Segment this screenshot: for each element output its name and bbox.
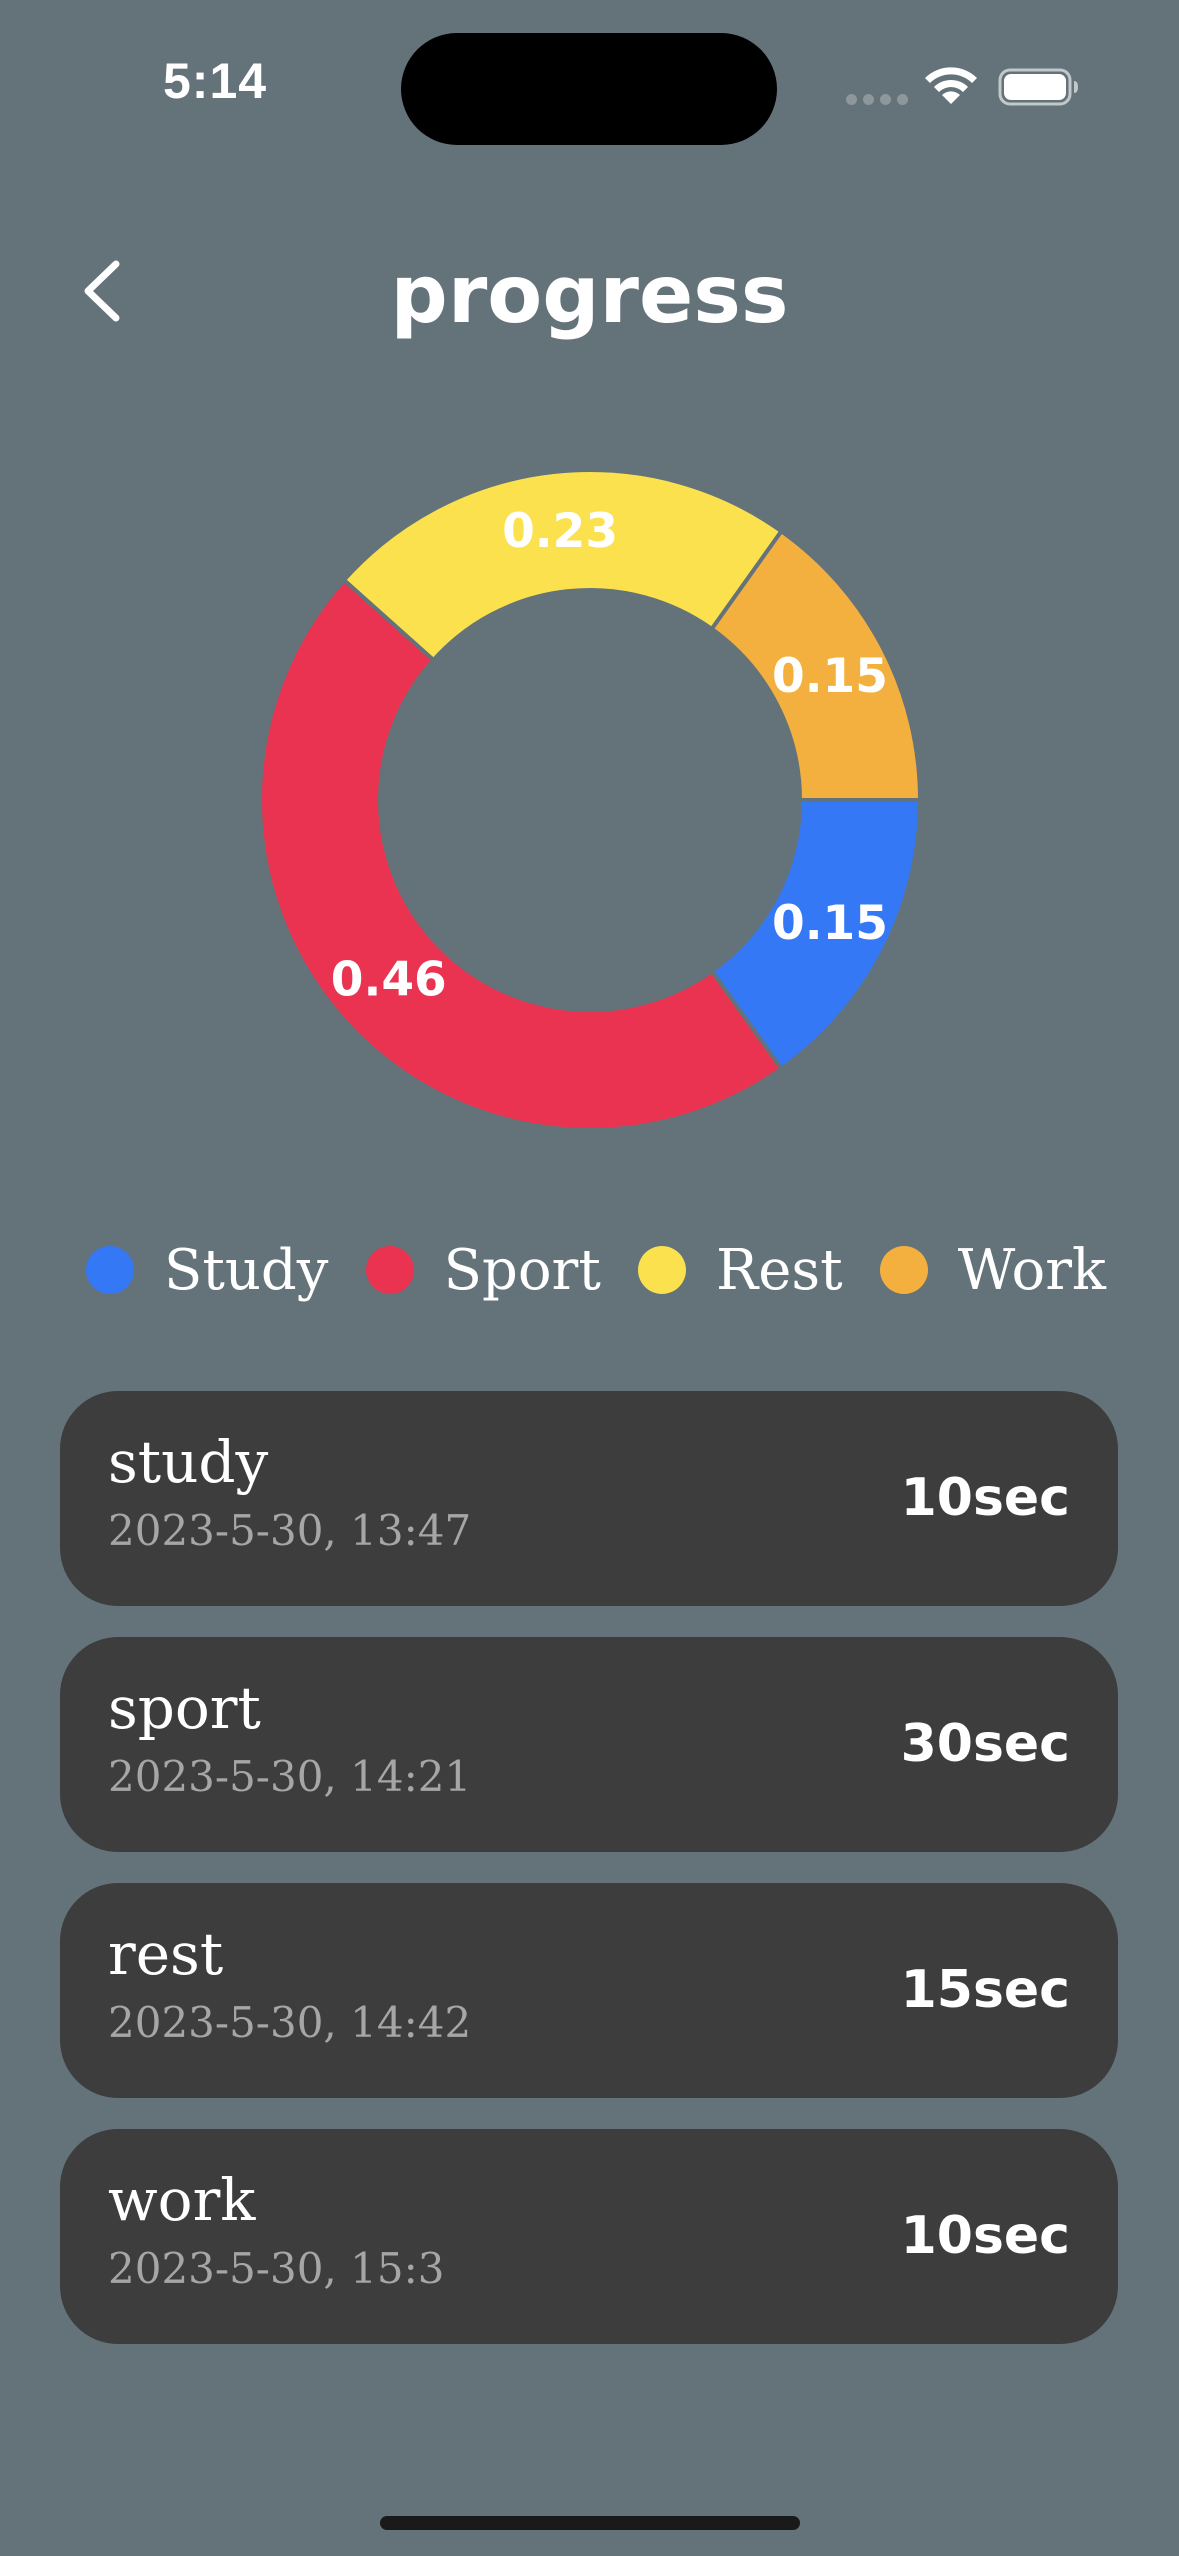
slice-value-label-sport: 0.46: [331, 953, 447, 1008]
record-duration: 10sec: [900, 2206, 1070, 2266]
donut-slice-sport: [257, 577, 785, 1132]
record-duration: 10sec: [900, 1468, 1070, 1528]
record-duration: 30sec: [900, 1714, 1070, 1774]
record-timestamp: 2023-5-30, 15:3: [108, 2244, 445, 2293]
slice-value-label-work: 0.15: [772, 649, 888, 704]
record-card-rest[interactable]: rest 2023-5-30, 14:42 15sec: [60, 1883, 1118, 2098]
legend-item-work: Work: [879, 1237, 1106, 1303]
legend-dot-icon: [638, 1246, 687, 1294]
status-time: 5:14: [163, 53, 268, 109]
page-title: progress: [390, 248, 789, 341]
record-activity-name: work: [108, 2166, 256, 2234]
legend-label: Work: [957, 1237, 1106, 1303]
record-timestamp: 2023-5-30, 13:47: [108, 1506, 472, 1555]
legend-item-rest: Rest: [638, 1238, 843, 1303]
record-card-work[interactable]: work 2023-5-30, 15:3 10sec: [60, 2129, 1118, 2344]
legend-dot-icon: [365, 1246, 414, 1294]
slice-value-label-rest: 0.23: [502, 504, 618, 559]
record-timestamp: 2023-5-30, 14:42: [108, 1998, 472, 2047]
donut-chart: 0.15 0.46 0.23 0.15: [257, 468, 923, 1132]
chart-legend: Study Sport Rest Work: [86, 1230, 1106, 1310]
slice-value-label-study: 0.15: [772, 896, 888, 951]
record-card-sport[interactable]: sport 2023-5-30, 14:21 30sec: [60, 1637, 1118, 1852]
home-indicator: [380, 2516, 800, 2530]
records-list: study 2023-5-30, 13:47 10sec sport 2023-5-30…: [60, 1391, 1118, 2375]
record-card-study[interactable]: study 2023-5-30, 13:47 10sec: [60, 1391, 1118, 1606]
record-timestamp: 2023-5-30, 14:21: [108, 1752, 472, 1801]
record-activity-name: sport: [108, 1674, 261, 1742]
dynamic-island: [401, 33, 777, 145]
legend-label: Sport: [443, 1237, 601, 1303]
cellular-signal-icon: [846, 94, 908, 105]
legend-dot-icon: [879, 1246, 928, 1294]
record-activity-name: rest: [108, 1920, 224, 1988]
battery-icon: [998, 68, 1078, 106]
legend-dot-icon: [86, 1246, 134, 1294]
legend-item-sport: Sport: [365, 1237, 601, 1303]
legend-item-study: Study: [86, 1238, 328, 1303]
record-duration: 15sec: [900, 1960, 1070, 2020]
wifi-icon: [925, 67, 977, 104]
record-activity-name: study: [108, 1428, 269, 1496]
legend-label: Study: [164, 1237, 329, 1303]
legend-label: Rest: [716, 1237, 843, 1303]
